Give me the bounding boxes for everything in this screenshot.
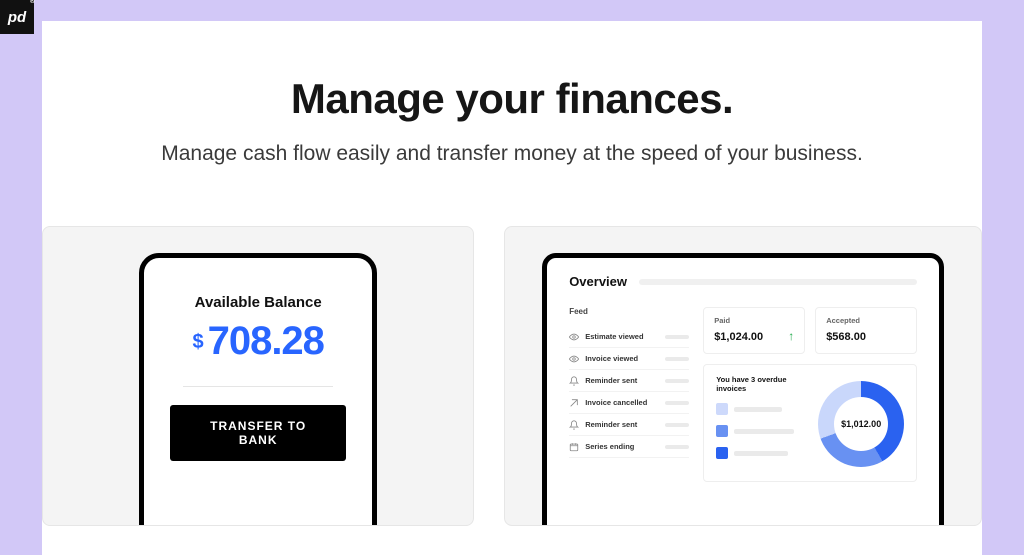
trend-up-icon: ↑ — [788, 329, 794, 343]
legend-bar-stub — [734, 451, 788, 456]
balance-label: Available Balance — [170, 294, 346, 311]
eye-icon — [569, 354, 579, 364]
phone-mock: Available Balance $ 708.28 TRANSFER TO B… — [139, 253, 377, 526]
feed-item[interactable]: Estimate viewed — [569, 326, 689, 348]
feed-item-label: Estimate viewed — [585, 332, 643, 341]
main-panel: Manage your finances. Manage cash flow e… — [42, 21, 982, 555]
placeholder-stub — [665, 379, 689, 383]
overdue-invoices-box[interactable]: You have 3 overdue invoices — [703, 364, 917, 482]
overdue-legend: You have 3 overdue invoices — [716, 375, 804, 469]
feed-item[interactable]: Reminder sent — [569, 370, 689, 392]
feed-item[interactable]: Invoice cancelled — [569, 392, 689, 414]
transfer-to-bank-button[interactable]: TRANSFER TO BANK — [170, 405, 346, 461]
legend-bar-stub — [734, 429, 794, 434]
feed-item-label: Reminder sent — [585, 420, 637, 429]
legend-row — [716, 447, 804, 459]
balance-amount: $ 708.28 — [170, 319, 346, 364]
overview-progress-stub — [639, 279, 917, 285]
dashboard-card: Overview Feed Estimate viewed — [504, 226, 982, 526]
bell-icon — [569, 376, 579, 386]
feed-item[interactable]: Invoice viewed — [569, 348, 689, 370]
bell-icon — [569, 420, 579, 430]
currency-symbol: $ — [192, 331, 203, 354]
hero-section: Manage your finances. Manage cash flow e… — [42, 75, 982, 168]
stats-column: Paid $1,024.00 ↑ Accepted $568.00 — [703, 307, 917, 482]
hero-title: Manage your finances. — [42, 75, 982, 123]
stat-accepted[interactable]: Accepted $568.00 — [815, 307, 917, 354]
stat-paid[interactable]: Paid $1,024.00 ↑ — [703, 307, 805, 354]
cards-row: Available Balance $ 708.28 TRANSFER TO B… — [42, 226, 982, 526]
feed-item[interactable]: Reminder sent — [569, 414, 689, 436]
feed-item-label: Reminder sent — [585, 376, 637, 385]
feed-item[interactable]: Series ending — [569, 436, 689, 458]
legend-swatch — [716, 403, 728, 415]
placeholder-stub — [665, 401, 689, 405]
donut-chart: $1,012.00 — [818, 381, 904, 467]
legend-swatch — [716, 425, 728, 437]
placeholder-stub — [665, 423, 689, 427]
feed-item-label: Invoice viewed — [585, 354, 638, 363]
placeholder-stub — [665, 335, 689, 339]
donut-total: $1,012.00 — [834, 397, 888, 451]
tablet-mock: Overview Feed Estimate viewed — [542, 253, 944, 526]
balance-value: 708.28 — [208, 319, 324, 364]
legend-row — [716, 425, 804, 437]
legend-row — [716, 403, 804, 415]
overview-header: Overview — [569, 274, 917, 289]
stat-label: Accepted — [826, 316, 906, 325]
overview-title: Overview — [569, 274, 627, 289]
balance-card: Available Balance $ 708.28 TRANSFER TO B… — [42, 226, 474, 526]
hero-subtitle: Manage cash flow easily and transfer mon… — [152, 139, 872, 168]
placeholder-stub — [665, 445, 689, 449]
cancel-icon — [569, 398, 579, 408]
stat-label: Paid — [714, 316, 794, 325]
feed-column: Feed Estimate viewed Invoice viewed — [569, 307, 689, 482]
stat-value: $568.00 — [826, 331, 906, 343]
overdue-title: You have 3 overdue invoices — [716, 375, 804, 393]
legend-swatch — [716, 447, 728, 459]
stat-value: $1,024.00 — [714, 331, 794, 343]
placeholder-stub — [665, 357, 689, 361]
feed-item-label: Series ending — [585, 442, 634, 451]
legend-bar-stub — [734, 407, 782, 412]
calendar-icon — [569, 442, 579, 452]
eye-icon — [569, 332, 579, 342]
feed-label: Feed — [569, 307, 689, 316]
feed-item-label: Invoice cancelled — [585, 398, 647, 407]
brand-logo: pd — [0, 0, 34, 34]
divider — [183, 386, 333, 387]
